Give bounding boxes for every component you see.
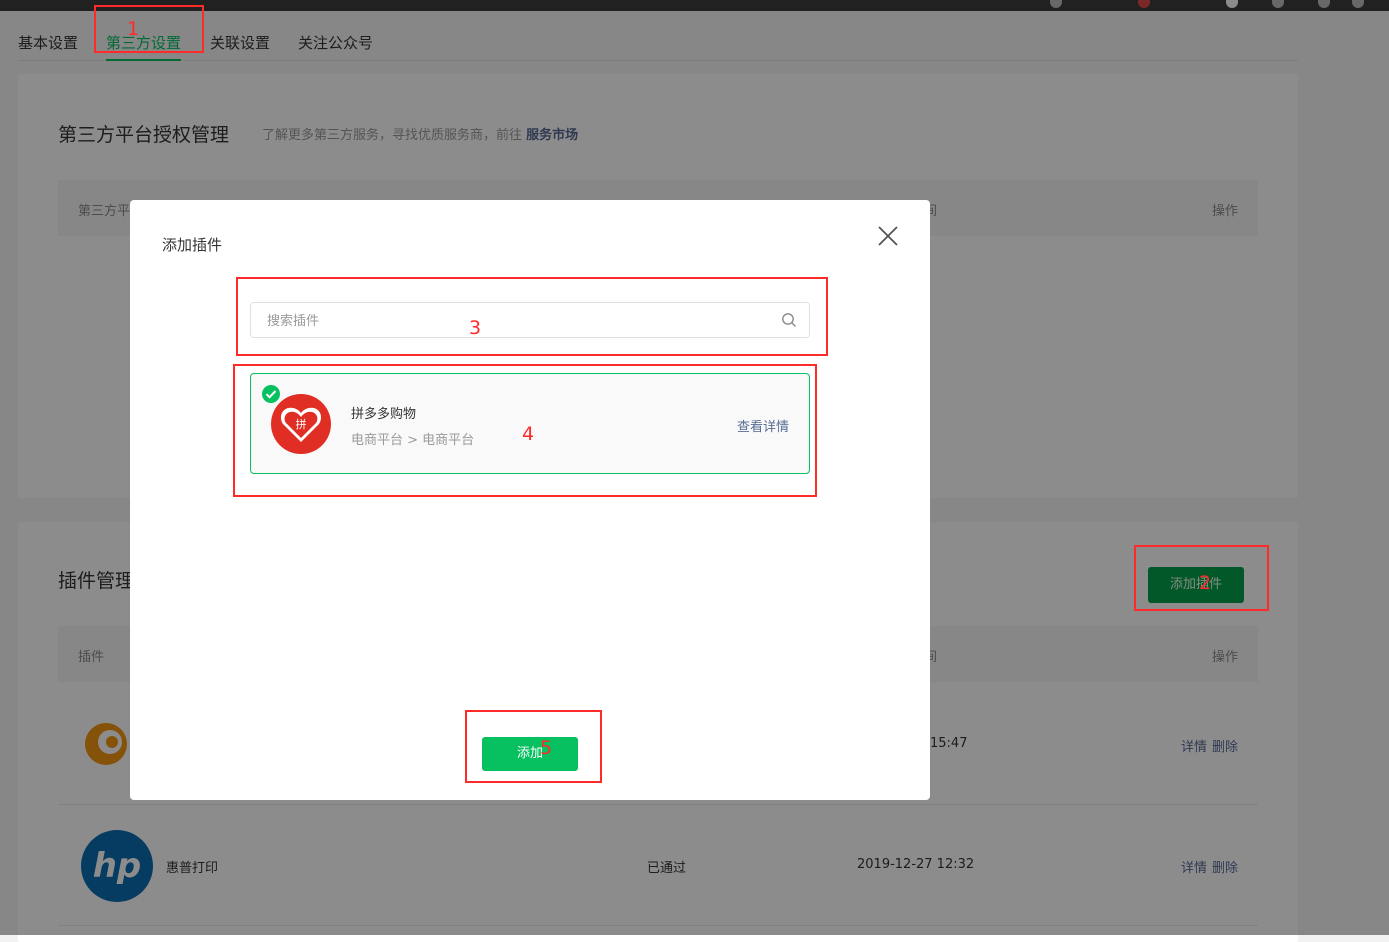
annotation-number: 5: [540, 737, 553, 759]
annotation-number: 1: [127, 18, 140, 40]
close-icon[interactable]: [876, 224, 900, 248]
annotation-number: 4: [522, 423, 535, 445]
annotation-number: 3: [469, 317, 482, 339]
annotation-box: [94, 5, 204, 53]
annotation-number: 2: [1199, 572, 1212, 594]
annotation-box: [465, 710, 602, 783]
annotation-box: [236, 277, 828, 356]
modal-title: 添加插件: [162, 236, 223, 254]
